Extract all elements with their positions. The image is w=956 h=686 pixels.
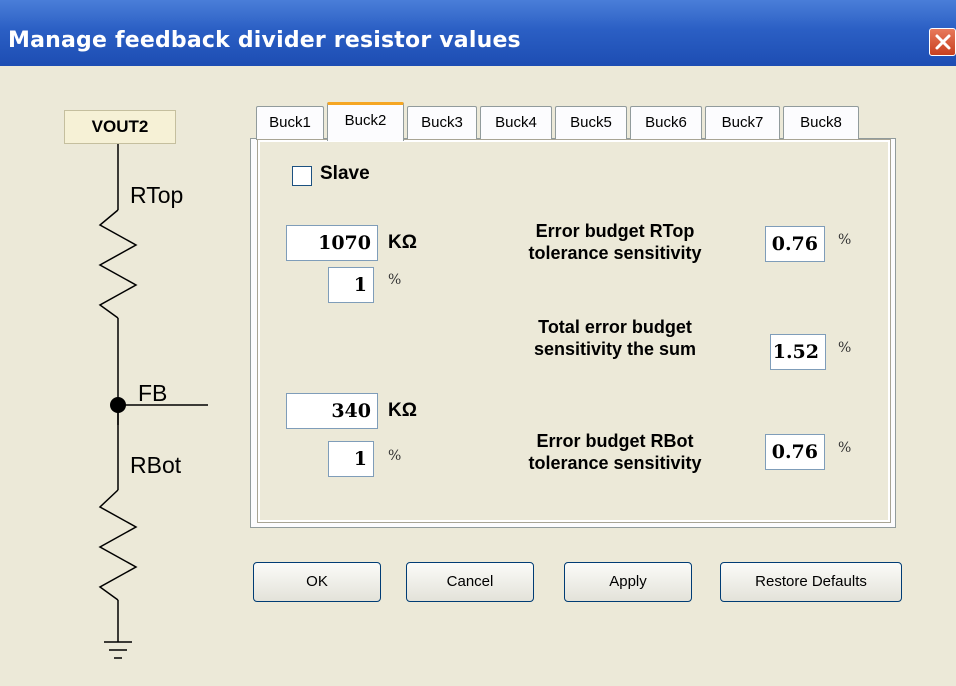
rtop-tolerance-input[interactable]: 1	[328, 267, 374, 303]
schematic-wires	[98, 144, 208, 659]
rtop-unit: KΩ	[388, 232, 417, 253]
tab-buck2[interactable]: Buck2	[327, 102, 404, 141]
tab-buck6[interactable]: Buck6	[630, 106, 702, 140]
err-rbot-line2: tolerance sensitivity	[528, 453, 702, 473]
slave-label: Slave	[320, 163, 370, 184]
tab-buck8[interactable]: Buck8	[783, 106, 859, 140]
err-total-line1: Total error budget	[538, 317, 692, 337]
rbot-label: RBot	[130, 452, 182, 478]
close-icon	[935, 34, 951, 50]
tab-buck5[interactable]: Buck5	[555, 106, 627, 140]
rbot-unit: KΩ	[388, 400, 417, 421]
err-rbot-description: Error budget RBot tolerance sensitivity	[480, 430, 750, 474]
err-total-value: 1.52	[770, 334, 826, 370]
tab-buck1[interactable]: Buck1	[256, 106, 324, 140]
err-rbot-pct: %	[838, 440, 852, 456]
rtop-resistor-symbol	[98, 209, 138, 319]
fb-label: FB	[138, 380, 168, 406]
rbot-tolerance-unit: %	[388, 448, 402, 464]
rtop-value-input[interactable]: 1070	[286, 225, 378, 261]
err-rbot-line1: Error budget RBot	[536, 431, 694, 451]
err-rbot-value: 0.76	[765, 434, 825, 470]
err-rtop-pct: %	[838, 232, 852, 248]
ok-button[interactable]: OK	[253, 562, 381, 602]
rtop-label: RTop	[130, 182, 184, 208]
close-button[interactable]	[929, 28, 956, 56]
apply-button[interactable]: Apply	[564, 562, 692, 602]
rbot-tolerance-input[interactable]: 1	[328, 441, 374, 477]
tab-buck3[interactable]: Buck3	[407, 106, 477, 140]
err-rtop-value: 0.76	[765, 226, 825, 262]
err-total-pct: %	[838, 340, 852, 356]
tab-buck4[interactable]: Buck4	[480, 106, 552, 140]
err-rtop-description: Error budget RTop tolerance sensitivity	[480, 220, 750, 264]
err-total-description: Total error budget sensitivity the sum	[480, 316, 750, 360]
tab-buck7[interactable]: Buck7	[705, 106, 780, 140]
slave-checkbox[interactable]	[292, 166, 312, 186]
rtop-tolerance-unit: %	[388, 272, 402, 288]
err-rtop-line1: Error budget RTop	[535, 221, 695, 241]
rbot-value-input[interactable]: 340	[286, 393, 378, 429]
fb-node-dot	[110, 397, 126, 413]
err-rtop-line2: tolerance sensitivity	[528, 243, 702, 263]
restore-defaults-button[interactable]: Restore Defaults	[720, 562, 902, 602]
rbot-resistor-symbol	[98, 489, 138, 601]
err-total-line2: sensitivity the sum	[533, 339, 697, 359]
cancel-button[interactable]: Cancel	[406, 562, 534, 602]
